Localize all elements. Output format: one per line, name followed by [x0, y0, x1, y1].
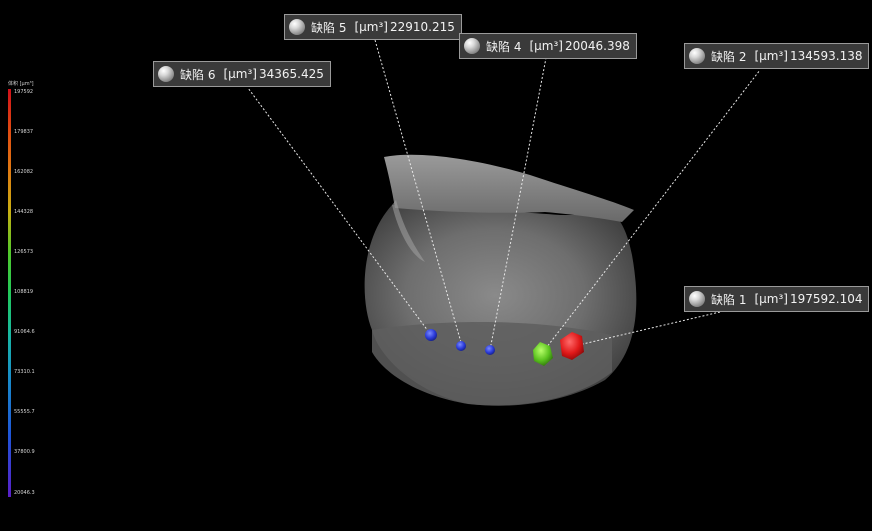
legend-tick: 108819 — [14, 289, 34, 295]
defect-callout-1[interactable]: 缺陷 1 [µm³] 197592.104 — [684, 286, 870, 312]
legend-tick: 73310.1 — [14, 369, 35, 375]
defect-callout-4[interactable]: 缺陷 4 [µm³] 20046.398 — [459, 33, 637, 59]
defect-volume: 197592.104 — [789, 292, 863, 306]
defect-volume: 22910.215 — [389, 20, 455, 34]
defect-volume: 20046.398 — [564, 39, 630, 53]
legend-tick: 91064.6 — [14, 329, 35, 335]
sphere-icon — [689, 291, 705, 307]
legend-tick: 126573 — [14, 249, 34, 255]
defect-marker-5[interactable] — [456, 341, 466, 351]
legend-tick: 197592 — [14, 89, 34, 95]
sphere-icon — [289, 19, 305, 35]
defect-unit: [µm³] — [354, 20, 388, 34]
defect-callout-2[interactable]: 缺陷 2 [µm³] 134593.138 — [684, 43, 870, 69]
legend-tick: 162082 — [14, 169, 34, 175]
defect-name: 缺陷 5 — [311, 20, 347, 35]
defect-unit: [µm³] — [754, 49, 788, 63]
legend-tick: 20046.3 — [14, 490, 35, 496]
color-scale-legend: 体积 [µm³] 197592 179837 162082 144328 126… — [6, 80, 46, 500]
defect-volume: 34365.425 — [258, 67, 324, 81]
defect-unit: [µm³] — [754, 292, 788, 306]
defect-volume: 134593.138 — [789, 49, 863, 63]
legend-tick: 179837 — [14, 129, 34, 135]
defect-unit: [µm³] — [529, 39, 563, 53]
defect-callout-5[interactable]: 缺陷 5 [µm³] 22910.215 — [284, 14, 462, 40]
defect-name: 缺陷 2 — [711, 49, 747, 64]
sphere-icon — [464, 38, 480, 54]
legend-tick: 37800.9 — [14, 449, 35, 455]
defect-marker-6[interactable] — [425, 329, 437, 341]
defect-unit: [µm³] — [223, 67, 257, 81]
legend-title: 体积 [µm³] — [8, 81, 34, 87]
legend-tick: 55555.7 — [14, 409, 35, 415]
sphere-icon — [158, 66, 174, 82]
sphere-icon — [689, 48, 705, 64]
defect-name: 缺陷 4 — [486, 39, 522, 54]
legend-tick: 144328 — [14, 209, 34, 215]
defect-name: 缺陷 1 — [711, 292, 747, 307]
defect-name: 缺陷 6 — [180, 67, 216, 82]
3d-viewport[interactable]: 体积 [µm³] 197592 179837 162082 144328 126… — [0, 0, 872, 531]
defect-marker-4[interactable] — [485, 345, 495, 355]
legend-gradient-bar — [8, 89, 11, 497]
defect-callout-6[interactable]: 缺陷 6 [µm³] 34365.425 — [153, 61, 331, 87]
3d-scene[interactable] — [0, 0, 872, 531]
